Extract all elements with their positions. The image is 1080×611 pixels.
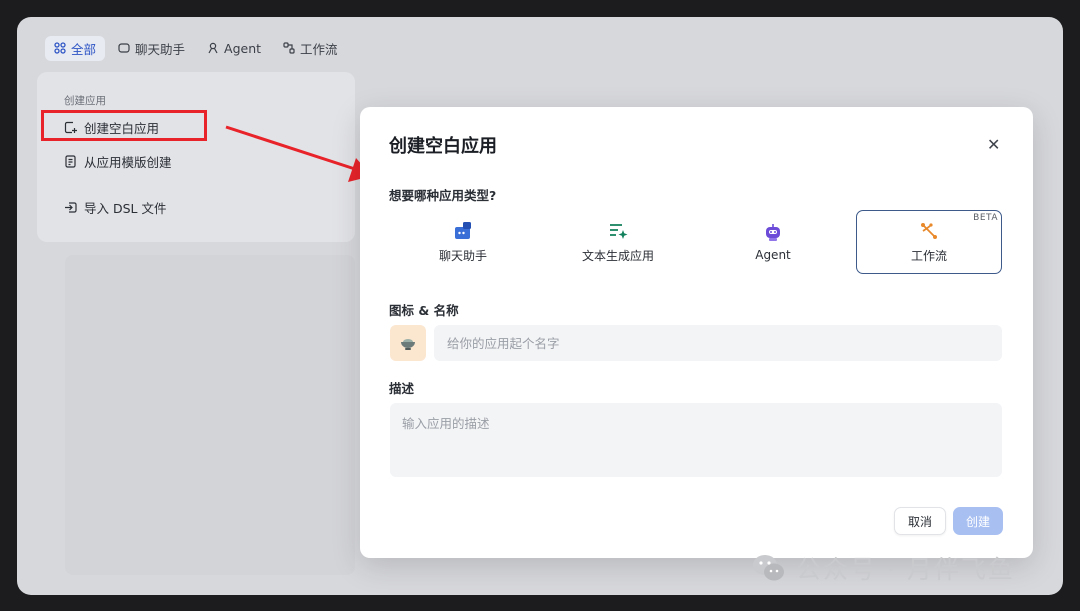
app-icon-picker[interactable] [390,325,426,361]
type-question-label: 想要哪种应用类型? [389,188,497,203]
type-card-agent[interactable]: Agent [700,210,846,274]
watermark-text: 公众号 · 月伴飞鱼 [796,555,1015,584]
create-app-modal: 创建空白应用 ✕ 想要哪种应用类型? 聊天助手 文本生成应用 Agent BET… [360,107,1033,558]
modal-title: 创建空白应用 [389,136,497,157]
robot-icon [766,224,780,241]
description-input[interactable] [390,403,1002,477]
type-card-workflow[interactable]: BETA 工作流 [856,210,1002,274]
beta-badge: BETA [973,213,998,223]
description-label: 描述 [389,381,415,396]
icon-name-label: 图标 & 名称 [389,303,459,318]
type-label: 聊天助手 [438,248,487,263]
type-card-chat-assistant[interactable]: 聊天助手 [390,210,536,274]
wechat-icon [753,555,784,581]
type-label: 文本生成应用 [581,248,654,263]
cancel-button[interactable]: 取消 [894,507,946,535]
type-label: 工作流 [910,248,947,263]
type-card-text-generation[interactable]: 文本生成应用 [545,210,691,274]
app-name-input[interactable] [434,325,1002,361]
text-generation-icon [610,223,628,239]
chat-assistant-icon [455,221,471,239]
close-icon[interactable]: ✕ [987,135,1000,154]
bowl-icon [401,339,415,350]
workflow-icon [921,222,937,239]
create-button[interactable]: 创建 [953,507,1003,535]
type-label: Agent [755,248,791,262]
watermark: 公众号 · 月伴飞鱼 [750,549,1015,587]
